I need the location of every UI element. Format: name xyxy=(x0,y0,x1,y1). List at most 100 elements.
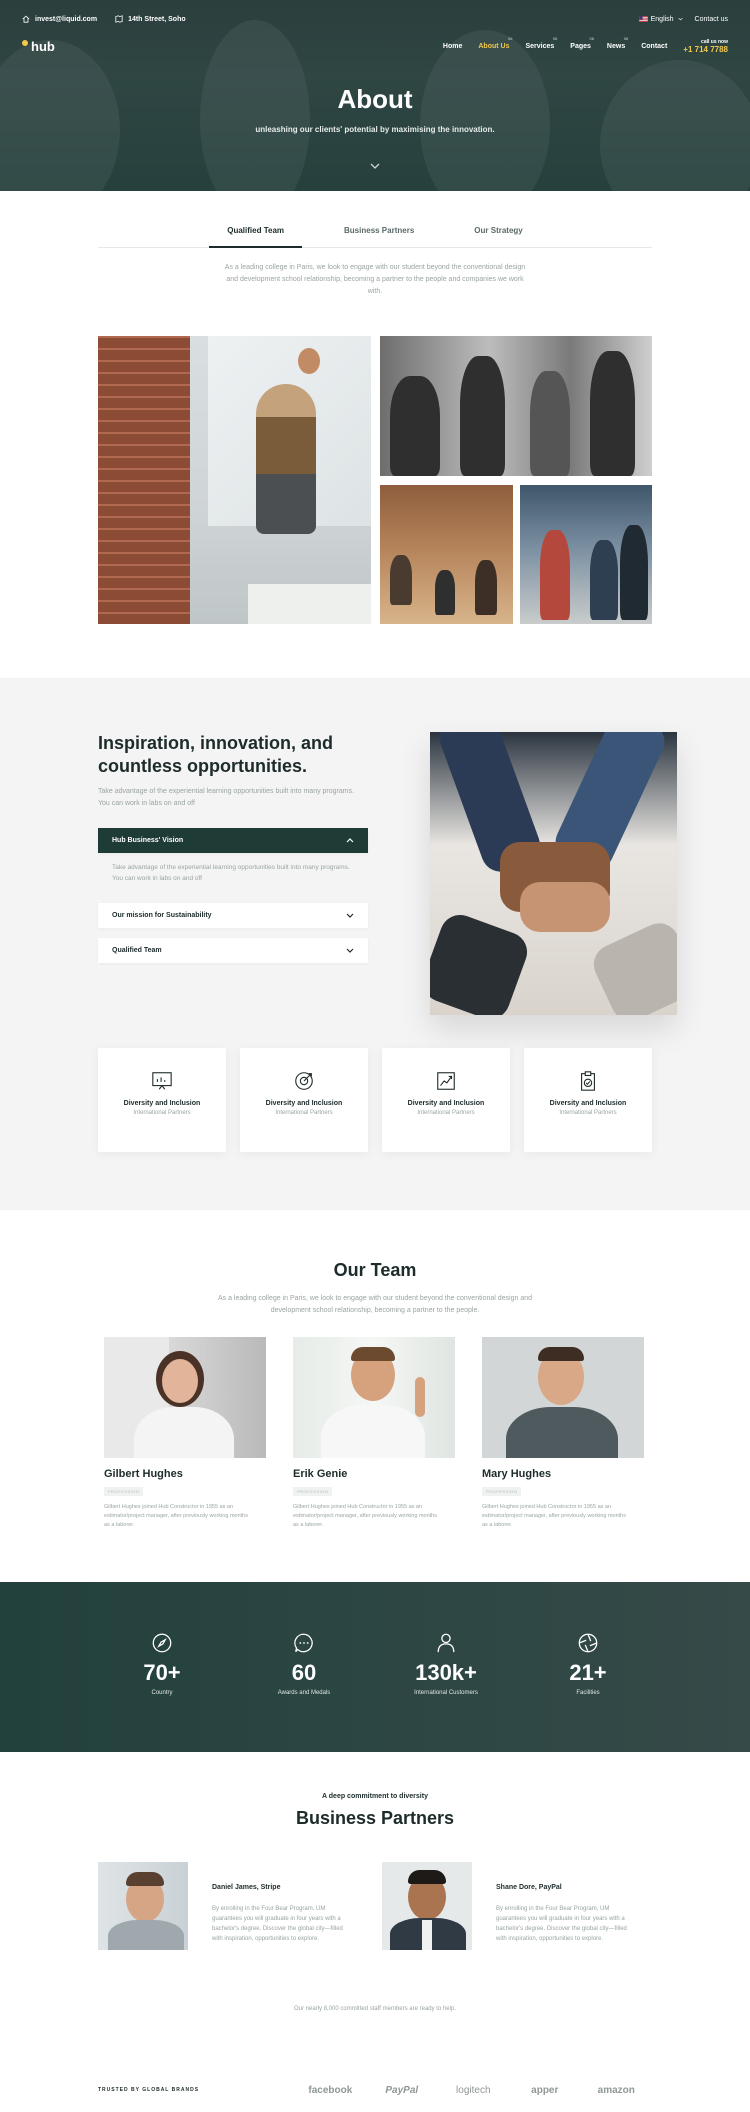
nav-pages[interactable]: Pages 06 xyxy=(570,36,594,50)
compass-icon xyxy=(152,1633,172,1653)
logo[interactable]: hub xyxy=(22,39,55,54)
presentation-photo xyxy=(98,336,371,624)
hero-subtitle: unleashing our clients' potential by max… xyxy=(255,125,495,134)
presentation-icon xyxy=(152,1072,172,1090)
target-icon xyxy=(295,1072,313,1090)
testimonial-quote: By enrolling in the Four Bear Program, U… xyxy=(496,1906,627,1942)
brands-label: TRUSTED BY GLOBAL BRANDS xyxy=(98,2087,200,2093)
stat-label: International Customers xyxy=(414,1690,478,1696)
main-nav: Home About Us 06 Services 06 Pages 06 News 0… xyxy=(443,36,667,50)
tab-qualified-team[interactable]: Qualified Team xyxy=(209,222,302,248)
card-title: Diversity and Inclusion xyxy=(123,1100,201,1107)
accordion-body: Take advantage of the experiential learn… xyxy=(112,864,350,882)
page-title: About xyxy=(337,84,413,114)
accordion-label: Our mission for Sustainability xyxy=(112,912,212,919)
address-text: 14th Street, Soho xyxy=(128,15,186,23)
inspiration-text: Take advantage of the experiential learn… xyxy=(98,788,355,807)
member-bio: Gilbert Hughes joined Hub Constructor in… xyxy=(482,1504,626,1528)
flag-icon xyxy=(638,15,648,22)
main-nav-row: hub Home About Us 06 Services 06 Pages 06 N… xyxy=(22,36,728,56)
tab-our-strategy[interactable]: Our Strategy xyxy=(474,222,522,247)
stat-number: 70+ xyxy=(143,1660,181,1685)
card-subtitle: International Partners xyxy=(559,1110,617,1116)
team-member-card[interactable]: Erik Genie PROFESSION Gilbert Hughes joi… xyxy=(293,1337,455,1530)
chevron-up-icon xyxy=(346,838,354,843)
testimonial-author: Daniel James, Stripe xyxy=(212,1884,281,1891)
avatar xyxy=(382,1862,472,1950)
nav-contact[interactable]: Contact xyxy=(641,43,667,50)
accordion-vision[interactable]: Hub Business' Vision xyxy=(98,828,368,853)
logo-mark xyxy=(22,40,28,46)
stats-section: 70+ Country 60 Awards and Medals 130k+ I… xyxy=(0,1582,750,1752)
member-role: PROFESSION xyxy=(293,1487,333,1496)
page: invest@liquid.com 14th Street, Soho Engl… xyxy=(0,0,750,2112)
partners-title: Business Partners xyxy=(295,1808,455,1828)
partners-pretitle: A deep commitment to diversity xyxy=(322,1793,428,1800)
aperture-icon xyxy=(578,1633,598,1653)
scroll-down-icon[interactable] xyxy=(366,162,384,172)
team-subtitle: As a leading college in Paris, we look t… xyxy=(217,1295,533,1314)
call-us[interactable]: call us now +1 714 7788 xyxy=(683,39,728,54)
teamwork-photo xyxy=(520,485,652,624)
chat-icon xyxy=(294,1633,313,1653)
card-title: Diversity and Inclusion xyxy=(265,1100,343,1107)
chevron-down-icon xyxy=(346,913,354,918)
brand-logo-paypal[interactable]: PayPal xyxy=(366,2085,437,2096)
feature-card[interactable]: Diversity and Inclusion International Pa… xyxy=(382,1048,510,1152)
accordion-label: Qualified Team xyxy=(112,947,162,954)
avatar xyxy=(104,1337,266,1458)
team-member-card[interactable]: Gilbert Hughes PROFESSION Gilbert Hughes… xyxy=(104,1337,266,1530)
stat-number: 21+ xyxy=(569,1660,607,1685)
tab-business-partners[interactable]: Business Partners xyxy=(344,222,414,247)
avatar xyxy=(98,1862,188,1950)
nav-news[interactable]: News 06 xyxy=(607,36,628,50)
team-member-card[interactable]: Mary Hughes PROFESSION Gilbert Hughes jo… xyxy=(482,1337,644,1530)
card-subtitle: International Partners xyxy=(417,1110,475,1116)
member-bio: Gilbert Hughes joined Hub Constructor in… xyxy=(104,1504,248,1528)
email-link[interactable]: invest@liquid.com xyxy=(22,15,97,23)
stat-item: 130k+ International Customers xyxy=(376,1632,516,1696)
testimonial-quote: By enrolling in the Four Bear Program, U… xyxy=(212,1906,343,1942)
contact-link[interactable]: Contact us xyxy=(695,16,728,23)
language-selector[interactable]: English xyxy=(638,15,683,23)
brand-logo-facebook[interactable]: facebook xyxy=(295,2085,366,2096)
team-title: Our Team xyxy=(333,1260,417,1280)
feature-card[interactable]: Diversity and Inclusion International Pa… xyxy=(98,1048,226,1152)
map-icon xyxy=(115,15,123,23)
meeting-photo xyxy=(380,336,652,476)
growth-chart-icon xyxy=(437,1072,455,1090)
brand-logo-logitech[interactable]: logitech xyxy=(438,2085,509,2096)
avatar xyxy=(482,1337,644,1458)
feature-card[interactable]: Diversity and Inclusion International Pa… xyxy=(524,1048,652,1152)
member-name: Erik Genie xyxy=(293,1468,348,1480)
brand-logo-apper[interactable]: apper xyxy=(509,2085,580,2096)
member-role: PROFESSION xyxy=(104,1487,144,1496)
intro-text: As a leading college in Paris, we look t… xyxy=(224,264,526,295)
chevron-down-icon xyxy=(346,948,354,953)
nav-home[interactable]: Home xyxy=(443,43,462,50)
member-name: Gilbert Hughes xyxy=(104,1468,183,1480)
nav-about-us[interactable]: About Us 06 xyxy=(478,36,512,50)
member-role: PROFESSION xyxy=(482,1487,522,1496)
brand-logo-amazon[interactable]: amazon xyxy=(581,2085,652,2096)
card-subtitle: International Partners xyxy=(133,1110,191,1116)
inspiration-title: Inspiration, innovation, and countless o… xyxy=(98,733,334,776)
clipboard-check-icon xyxy=(581,1071,595,1091)
stat-item: 60 Awards and Medals xyxy=(234,1632,374,1696)
card-subtitle: International Partners xyxy=(275,1110,333,1116)
feature-card[interactable]: Diversity and Inclusion International Pa… xyxy=(240,1048,368,1152)
address-link[interactable]: 14th Street, Soho xyxy=(115,15,186,23)
member-bio: Gilbert Hughes joined Hub Constructor in… xyxy=(293,1504,437,1528)
logo-text: hub xyxy=(31,38,55,54)
testimonial-card: Shane Dore, PayPal By enrolling in the F… xyxy=(382,1862,647,1950)
accordion-sustainability[interactable]: Our mission for Sustainability xyxy=(98,903,368,928)
stat-label: Facilities xyxy=(576,1690,600,1696)
brands-row: TRUSTED BY GLOBAL BRANDS facebook PayPal… xyxy=(98,2082,652,2098)
stat-label: Country xyxy=(151,1690,173,1696)
stat-item: 70+ Country xyxy=(92,1632,232,1696)
workshop-photo xyxy=(380,485,513,624)
home-icon xyxy=(22,15,30,23)
accordion-qualified-team[interactable]: Qualified Team xyxy=(98,938,368,963)
nav-services[interactable]: Services 06 xyxy=(525,36,557,50)
stat-number: 130k+ xyxy=(415,1660,477,1685)
